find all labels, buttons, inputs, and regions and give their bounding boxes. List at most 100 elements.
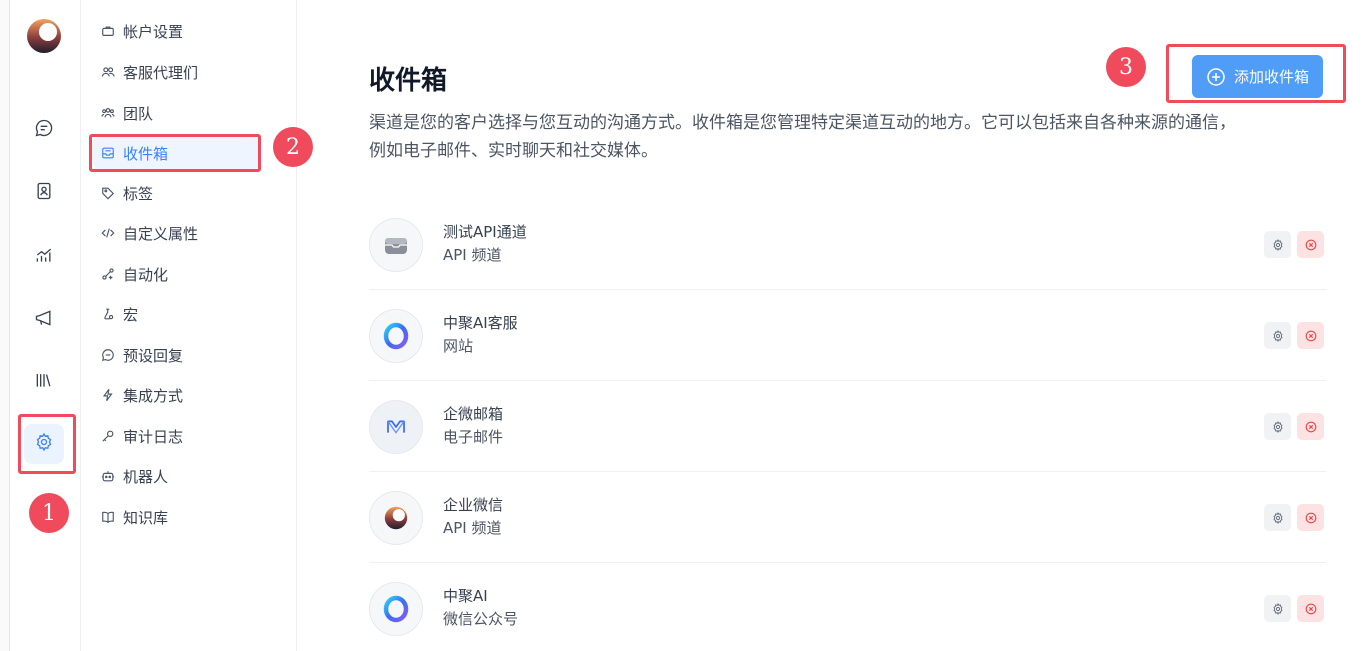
- menu-item-label: 知识库: [123, 508, 169, 527]
- menu-item-macros[interactable]: 宏: [93, 298, 259, 330]
- library-icon: [34, 370, 54, 394]
- rail-contacts-button[interactable]: [24, 173, 64, 213]
- reports-icon: [34, 245, 54, 269]
- inbox-name: 中聚AI: [443, 587, 488, 605]
- window-edge: [0, 0, 10, 651]
- inbox-settings-button[interactable]: [1264, 413, 1291, 440]
- inbox-name: 中聚AI客服: [443, 314, 518, 332]
- menu-item-label: 自定义属性: [123, 224, 199, 243]
- inbox-type: 网站: [443, 337, 474, 355]
- gear-icon: [1272, 511, 1284, 524]
- lightning-icon: [101, 388, 115, 402]
- annotation-box-inboxes: [89, 134, 261, 172]
- inbox-delete-button[interactable]: [1297, 413, 1324, 440]
- macro-icon: [101, 307, 115, 321]
- annotation-box-add-inbox: [1166, 44, 1346, 103]
- inbox-row: 测试API通道 API 频道: [369, 199, 1326, 290]
- tag-icon: [101, 186, 115, 200]
- website-ring-icon: [369, 582, 423, 636]
- row-actions: [1264, 595, 1324, 622]
- app-logo: [26, 18, 62, 54]
- brand-moon-icon: [369, 491, 423, 545]
- menu-item-agents[interactable]: 客服代理们: [93, 56, 259, 88]
- menu-item-label: 团队: [123, 104, 154, 123]
- row-actions: [1264, 231, 1324, 258]
- email-m-icon: [369, 400, 423, 454]
- gear-icon: [1272, 420, 1284, 433]
- key-icon: [101, 429, 115, 443]
- annotation-number: 2: [273, 127, 313, 167]
- page-description: 渠道是您的客户选择与您互动的沟通方式。收件箱是您管理特定渠道互动的地方。它可以包…: [369, 113, 1236, 161]
- inbox-type: API 频道: [443, 519, 502, 537]
- rail-library-button[interactable]: [24, 362, 64, 402]
- inbox-name: 企业微信: [443, 496, 504, 514]
- menu-item-canned-responses[interactable]: 预设回复: [93, 339, 259, 371]
- rail-campaigns-button[interactable]: [24, 300, 64, 340]
- icon-rail: [10, 0, 81, 651]
- menu-item-label: 标签: [123, 184, 154, 203]
- team-icon: [101, 106, 115, 120]
- people-icon: [101, 65, 115, 79]
- menu-item-bots[interactable]: 机器人: [93, 460, 259, 492]
- inbox-delete-button[interactable]: [1297, 504, 1324, 531]
- annotation-box-settings: [18, 414, 76, 474]
- menu-item-label: 宏: [123, 305, 139, 324]
- gear-icon: [1272, 602, 1284, 615]
- gear-icon: [1272, 329, 1284, 342]
- close-circle-icon: [1305, 330, 1317, 342]
- gear-icon: [1272, 238, 1284, 251]
- contacts-icon: [34, 181, 54, 205]
- row-actions: [1264, 504, 1324, 531]
- menu-item-teams[interactable]: 团队: [93, 97, 259, 129]
- inbox-row: 企业微信 API 频道: [369, 472, 1326, 563]
- settings-menu: 帐户设置 客服代理们 团队 收件箱 标签 自定义属性 自动化 宏 预设回复 集成…: [81, 0, 297, 651]
- api-inbox-icon: [369, 218, 423, 272]
- menu-item-label: 预设回复: [123, 346, 184, 365]
- inbox-name: 测试API通道: [443, 223, 527, 241]
- close-circle-icon: [1305, 512, 1317, 524]
- reply-icon: [101, 348, 115, 362]
- menu-item-label: 帐户设置: [123, 22, 184, 41]
- inbox-row: 中聚AI 微信公众号: [369, 563, 1326, 651]
- rail-reports-button[interactable]: [24, 237, 64, 277]
- inbox-settings-button[interactable]: [1264, 595, 1291, 622]
- inbox-type: API 频道: [443, 246, 502, 264]
- rail-conversations-button[interactable]: [24, 110, 64, 150]
- menu-item-account-settings[interactable]: 帐户设置: [93, 15, 259, 47]
- menu-item-label: 客服代理们: [123, 63, 199, 82]
- menu-item-label: 自动化: [123, 265, 169, 284]
- menu-item-label: 审计日志: [123, 427, 184, 446]
- menu-item-label: 集成方式: [123, 386, 184, 405]
- menu-item-label: 机器人: [123, 467, 169, 486]
- menu-item-integrations[interactable]: 集成方式: [93, 379, 259, 411]
- close-circle-icon: [1305, 239, 1317, 251]
- chat-icon: [34, 118, 54, 142]
- automation-icon: [101, 267, 115, 281]
- website-ring-icon: [369, 309, 423, 363]
- annotation-number: 3: [1106, 47, 1146, 87]
- code-icon: [101, 226, 115, 240]
- campaigns-icon: [34, 308, 54, 332]
- close-circle-icon: [1305, 603, 1317, 615]
- menu-item-labels[interactable]: 标签: [93, 177, 259, 209]
- row-actions: [1264, 413, 1324, 440]
- menu-item-knowledge-base[interactable]: 知识库: [93, 501, 259, 533]
- row-actions: [1264, 322, 1324, 349]
- app: 帐户设置 客服代理们 团队 收件箱 标签 自定义属性 自动化 宏 预设回复 集成…: [0, 0, 1371, 651]
- inbox-settings-button[interactable]: [1264, 322, 1291, 349]
- inbox-settings-button[interactable]: [1264, 504, 1291, 531]
- inbox-delete-button[interactable]: [1297, 231, 1324, 258]
- inbox-name: 企微邮箱: [443, 405, 504, 423]
- page-title: 收件箱: [369, 66, 448, 96]
- inbox-delete-button[interactable]: [1297, 595, 1324, 622]
- book-icon: [101, 510, 115, 524]
- menu-item-custom-attributes[interactable]: 自定义属性: [93, 217, 259, 249]
- inbox-settings-button[interactable]: [1264, 231, 1291, 258]
- menu-item-audit-logs[interactable]: 审计日志: [93, 420, 259, 452]
- close-circle-icon: [1305, 421, 1317, 433]
- annotation-number: 1: [29, 493, 69, 533]
- menu-item-automation[interactable]: 自动化: [93, 258, 259, 290]
- inbox-row: 中聚AI客服 网站: [369, 290, 1326, 381]
- inbox-type: 微信公众号: [443, 610, 519, 628]
- inbox-delete-button[interactable]: [1297, 322, 1324, 349]
